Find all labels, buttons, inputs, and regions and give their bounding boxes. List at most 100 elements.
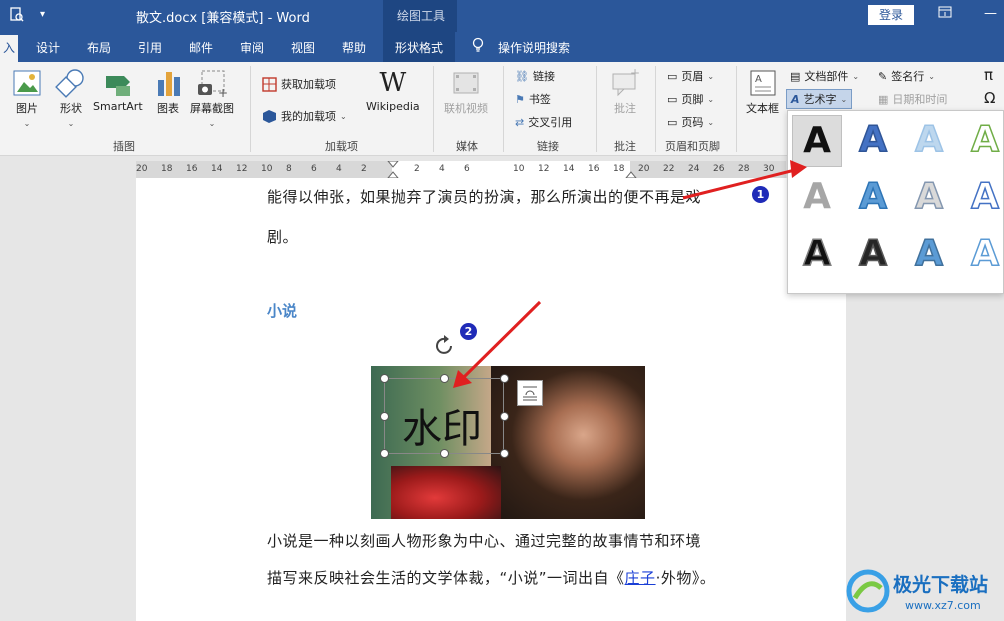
resize-handle[interactable]: [380, 374, 389, 383]
chart-button[interactable]: 图表: [154, 68, 182, 116]
picture-button[interactable]: 图片 ⌄: [12, 68, 42, 129]
wordart-style-option[interactable]: A: [904, 172, 954, 224]
footer-button[interactable]: ▭ 页脚 ⌄: [667, 91, 714, 107]
tab-review[interactable]: 审阅: [240, 39, 264, 56]
my-addins-button[interactable]: 我的加载项 ⌄: [262, 108, 347, 124]
body-text-segment: ·外物》。: [655, 569, 716, 587]
lightbulb-icon[interactable]: [472, 37, 484, 56]
tab-insert[interactable]: 入: [0, 35, 19, 62]
online-video-button[interactable]: 联机视频: [444, 68, 488, 116]
resize-handle[interactable]: [500, 449, 509, 458]
tab-references[interactable]: 引用: [138, 39, 162, 56]
resize-handle[interactable]: [500, 412, 509, 421]
bookmark-button[interactable]: ⚑ 书签: [515, 91, 551, 107]
get-addins-button[interactable]: 获取加载项: [262, 76, 336, 92]
get-addins-label: 获取加载项: [281, 78, 336, 91]
new-comment-button[interactable]: + 批注: [610, 68, 640, 116]
resize-handle[interactable]: [380, 412, 389, 421]
chevron-down-icon: ⌄: [707, 94, 715, 104]
signature-icon: ✎: [878, 69, 888, 83]
wordart-style-option[interactable]: A: [904, 229, 954, 281]
smartart-button[interactable]: SmartArt: [93, 68, 143, 113]
link-button[interactable]: ⛓ 链接: [515, 68, 555, 84]
addins-group-label: 加载项: [325, 140, 358, 153]
header-button[interactable]: ▭ 页眉 ⌄: [667, 68, 714, 84]
wordart-style-option[interactable]: A: [792, 229, 842, 281]
ribbon-display-options-icon[interactable]: [938, 6, 952, 22]
resize-handle[interactable]: [380, 449, 389, 458]
layout-options-icon[interactable]: [517, 380, 543, 406]
wordart-style-option[interactable]: A: [848, 115, 898, 167]
ruler-tick-label: 4: [336, 164, 342, 174]
textbox-icon: A: [750, 70, 775, 96]
photo-person: [491, 366, 645, 519]
site-watermark-logo: 极光下载站 www.xz7.com: [845, 566, 1004, 621]
tell-me-search[interactable]: 操作说明搜索: [498, 39, 570, 56]
tab-mailings[interactable]: 邮件: [189, 39, 213, 56]
wikipedia-button[interactable]: W Wikipedia: [366, 68, 420, 113]
wordart-style-option[interactable]: A: [960, 115, 1004, 167]
wordart-style-option[interactable]: A: [904, 115, 954, 167]
indent-marker-icon[interactable]: [387, 161, 399, 178]
login-button[interactable]: 登录: [868, 5, 914, 25]
minimize-icon[interactable]: —: [984, 6, 997, 21]
tab-layout[interactable]: 布局: [87, 39, 111, 56]
ribbon-divider: [736, 66, 737, 152]
site-url: www.xz7.com: [905, 599, 981, 612]
quick-parts-icon: ▤: [790, 69, 801, 83]
print-preview-icon[interactable]: [10, 7, 24, 26]
horizontal-ruler[interactable]: 20 18 16 14 12 10 8 6 4 2 2 4 6 10 12 14 16 18 20 22 24 26 28 3…: [136, 161, 786, 178]
cross-reference-button[interactable]: ⇄ 交叉引用: [515, 114, 572, 130]
page-number-label: 页码: [681, 116, 704, 129]
tab-help[interactable]: 帮助: [342, 39, 366, 56]
resize-handle[interactable]: [440, 374, 449, 383]
tab-shape-format[interactable]: 形状格式: [383, 32, 456, 62]
chart-label: 图表: [157, 102, 179, 115]
chevron-down-icon: ⌄: [340, 111, 347, 121]
symbol-button[interactable]: Ω: [984, 89, 995, 107]
date-time-button[interactable]: ▦ 日期和时间: [878, 91, 947, 107]
chevron-down-icon: ⌄: [707, 117, 715, 127]
quick-parts-button[interactable]: ▤ 文档部件 ⌄: [790, 68, 859, 84]
chevron-down-icon: ⌄: [23, 119, 31, 128]
header-label: 页眉: [681, 70, 704, 83]
right-indent-marker-icon[interactable]: [625, 161, 637, 178]
rotate-handle-icon[interactable]: [434, 335, 456, 357]
resize-handle[interactable]: [500, 374, 509, 383]
tab-design[interactable]: 设计: [36, 39, 60, 56]
link-label: 链接: [532, 70, 555, 83]
watermark-text[interactable]: 水印: [402, 396, 482, 454]
tab-view[interactable]: 视图: [291, 39, 315, 56]
equation-button[interactable]: π: [984, 66, 993, 84]
wordart-style-option[interactable]: A: [848, 229, 898, 281]
ruler-tick-label: 2: [414, 164, 420, 174]
shapes-button[interactable]: 形状 ⌄: [55, 68, 87, 129]
wikipedia-label: Wikipedia: [366, 100, 420, 113]
ruler-tick-label: 18: [613, 164, 625, 174]
body-text-line: 剧。: [267, 228, 299, 246]
wordart-icon: A: [791, 92, 800, 106]
signature-line-button[interactable]: ✎ 签名行 ⌄: [878, 68, 935, 84]
picture-icon: [13, 70, 41, 96]
body-text-segment: 描写来反映社会生活的文学体裁，“小说”一词出自《: [267, 569, 625, 587]
wordart-style-option[interactable]: A: [792, 172, 842, 224]
film-icon: [453, 72, 479, 94]
body-text-line: 能得以伸张，如果抛弃了演员的扮演，那么所演出的便不再是戏: [267, 188, 702, 206]
wordart-style-option[interactable]: A: [960, 172, 1004, 224]
screenshot-button[interactable]: + 屏幕截图 ⌄: [190, 68, 234, 129]
wordart-style-option[interactable]: A: [960, 229, 1004, 281]
textbox-button[interactable]: A 文本框: [746, 68, 779, 116]
wordart-style-option[interactable]: A: [792, 115, 842, 167]
media-group-label: 媒体: [456, 140, 478, 153]
page-number-icon: ▭: [667, 115, 678, 129]
chevron-down-icon: ⌄: [208, 119, 216, 128]
ruler-tick-label: 22: [663, 164, 675, 174]
wordart-style-option[interactable]: A: [848, 172, 898, 224]
hyperlink[interactable]: 庄子: [625, 569, 656, 587]
page-number-button[interactable]: ▭ 页码 ⌄: [667, 114, 714, 130]
ribbon-divider: [596, 66, 597, 152]
wordart-button[interactable]: A 艺术字 ⌄: [786, 89, 853, 109]
customize-quick-access-icon[interactable]: ▾: [40, 9, 45, 20]
ribbon-divider: [433, 66, 434, 152]
resize-handle[interactable]: [440, 449, 449, 458]
